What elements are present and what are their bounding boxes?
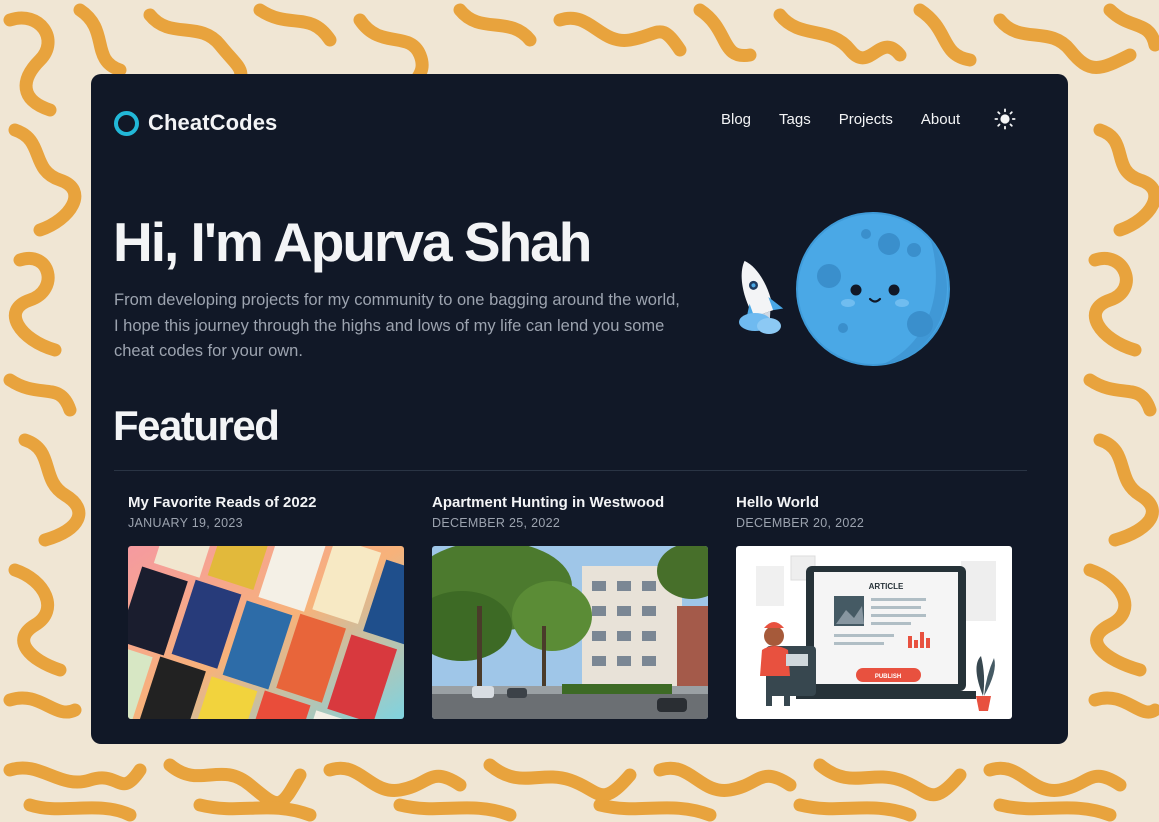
main-window: CheatCodes Blog Tags Projects About Hi, … — [91, 74, 1068, 744]
nav-tags[interactable]: Tags — [779, 111, 811, 128]
site-logo[interactable]: CheatCodes — [114, 110, 277, 136]
post-date: DECEMBER 25, 2022 — [432, 516, 561, 530]
post-card[interactable]: Hello World DECEMBER 20, 2022 ARTICLE PU… — [736, 494, 1012, 719]
rocket-and-moon-illustration — [739, 212, 950, 366]
post-title[interactable]: Apartment Hunting in Westwood — [432, 494, 708, 511]
featured-heading: Featured — [113, 402, 280, 449]
svg-text:ARTICLE: ARTICLE — [869, 582, 904, 591]
publish-article-illustration[interactable]: ARTICLE PUBLISH — [736, 546, 1012, 719]
post-date: JANUARY 19, 2023 — [128, 516, 243, 530]
post-card[interactable]: Apartment Hunting in Westwood DECEMBER 2… — [432, 494, 708, 719]
svg-text:PUBLISH: PUBLISH — [875, 674, 901, 680]
books-collage-image[interactable] — [128, 546, 404, 719]
hero-title: Hi, I'm Apurva Shah — [113, 211, 592, 273]
hero-description: From developing projects for my communit… — [114, 291, 680, 360]
nav-projects[interactable]: Projects — [839, 111, 893, 128]
post-title[interactable]: Hello World — [736, 494, 1012, 511]
post-date: DECEMBER 20, 2022 — [736, 516, 865, 530]
post-title[interactable]: My Favorite Reads of 2022 — [128, 494, 404, 511]
logo-ring-icon — [114, 110, 139, 136]
section-divider — [114, 470, 1027, 471]
sun-icon[interactable] — [994, 108, 1016, 130]
post-card[interactable]: My Favorite Reads of 2022 JANUARY 19, 20… — [128, 494, 404, 719]
apartment-street-photo[interactable] — [432, 546, 708, 719]
main-nav: Blog Tags Projects About — [721, 108, 1016, 130]
nav-about[interactable]: About — [921, 111, 960, 128]
site-name: CheatCodes — [148, 110, 278, 135]
nav-blog[interactable]: Blog — [721, 111, 751, 128]
